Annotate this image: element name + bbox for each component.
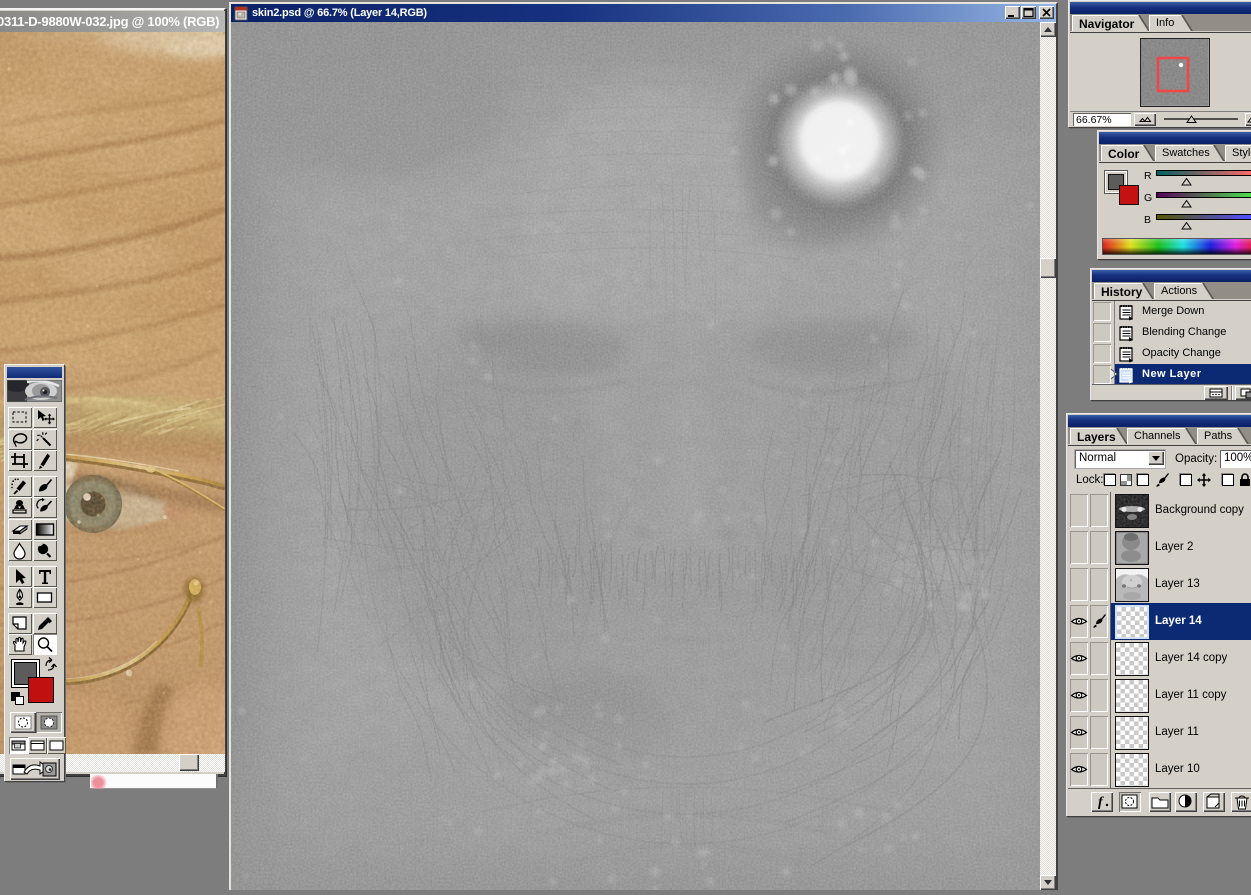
svg-text:f: f [1098,795,1104,810]
